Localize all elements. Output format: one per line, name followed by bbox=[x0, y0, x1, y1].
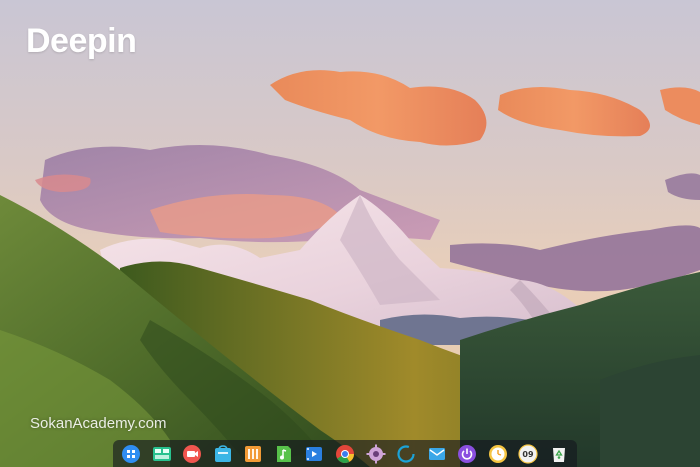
trash-icon bbox=[552, 447, 565, 462]
calendar-icon: 09 bbox=[518, 443, 538, 464]
dock-item-control-center[interactable] bbox=[366, 444, 386, 464]
power-icon bbox=[458, 444, 477, 463]
calendar-day-label: 09 bbox=[523, 450, 535, 459]
dock-item-movie-player[interactable] bbox=[304, 444, 324, 464]
dock-item-app-store[interactable] bbox=[213, 444, 233, 464]
dock-item-clock[interactable] bbox=[488, 444, 508, 464]
dock-item-screen-recorder[interactable] bbox=[182, 444, 202, 464]
watermark-text: SokanAcademy.com bbox=[30, 415, 167, 432]
ring-icon bbox=[397, 444, 415, 463]
clock-icon bbox=[488, 444, 507, 463]
store-icon bbox=[214, 444, 231, 462]
brand-title: Deepin bbox=[26, 22, 137, 60]
dock-item-chrome-browser[interactable] bbox=[335, 444, 355, 464]
record-icon bbox=[183, 444, 202, 463]
dock-item-music-player[interactable] bbox=[274, 444, 294, 464]
dock-item-trash[interactable] bbox=[549, 444, 569, 464]
chrome-icon bbox=[335, 444, 354, 463]
dock: 09 bbox=[113, 440, 577, 467]
dock-item-multitasking-view[interactable] bbox=[152, 444, 172, 464]
dock-item-system-monitor[interactable] bbox=[396, 444, 416, 464]
dock-item-mail[interactable] bbox=[427, 444, 447, 464]
dock-item-calendar[interactable]: 09 bbox=[518, 443, 538, 464]
mail-icon bbox=[428, 447, 445, 460]
folder-icon bbox=[245, 445, 262, 462]
music-icon bbox=[276, 445, 291, 462]
desktop-wallpaper bbox=[0, 0, 700, 467]
dock-item-power[interactable] bbox=[457, 444, 477, 464]
multitask-icon bbox=[152, 446, 171, 461]
gear-icon bbox=[366, 444, 385, 463]
movie-icon bbox=[306, 446, 323, 461]
launcher-icon bbox=[122, 444, 140, 463]
dock-item-launcher[interactable] bbox=[121, 444, 141, 464]
dock-item-file-manager[interactable] bbox=[243, 444, 263, 464]
